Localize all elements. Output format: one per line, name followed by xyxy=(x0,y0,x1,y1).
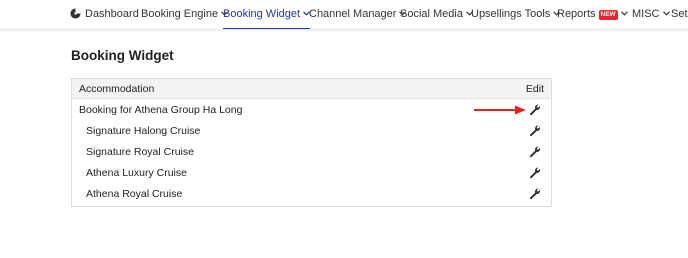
chevron-down-icon xyxy=(662,11,670,16)
table-row: Athena Royal Cruise xyxy=(72,184,551,205)
nav-misc-label: MISC xyxy=(632,8,660,20)
nav-channel-manager[interactable]: Channel Manager xyxy=(309,0,407,29)
nav-upsellings-tools[interactable]: Upsellings Tools xyxy=(471,0,561,29)
top-navigation: Dashboard Booking Engine Booking Widget … xyxy=(0,0,688,30)
page-title: Booking Widget xyxy=(71,48,174,63)
nav-upsellings-tools-label: Upsellings Tools xyxy=(471,8,551,20)
accommodation-name: Booking for Athena Group Ha Long xyxy=(79,104,243,116)
table-row: Signature Royal Cruise xyxy=(72,142,551,163)
table-header: Accommodation Edit xyxy=(72,79,551,99)
wrench-icon[interactable] xyxy=(529,146,541,158)
table-row: Signature Halong Cruise xyxy=(72,121,551,142)
nav-booking-widget[interactable]: Booking Widget xyxy=(223,0,311,29)
nav-reports-label: Reports xyxy=(557,8,596,20)
nav-dashboard-label: Dashboard xyxy=(85,8,139,20)
accommodation-name: Signature Royal Cruise xyxy=(86,146,194,158)
new-badge: NEW xyxy=(598,10,618,20)
nav-misc[interactable]: MISC xyxy=(632,0,670,29)
nav-settings[interactable]: Setu xyxy=(671,0,688,29)
accommodation-name: Athena Luxury Cruise xyxy=(86,167,187,179)
accommodation-table: Accommodation Edit Booking for Athena Gr… xyxy=(71,78,552,207)
column-header-accommodation: Accommodation xyxy=(79,83,155,95)
nav-social-media[interactable]: Social Media xyxy=(400,0,473,29)
nav-booking-engine-label: Booking Engine xyxy=(141,8,219,20)
nav-social-media-label: Social Media xyxy=(400,8,463,20)
nav-settings-label: Setu xyxy=(671,8,688,20)
column-header-edit: Edit xyxy=(525,83,544,95)
wrench-icon[interactable] xyxy=(529,125,541,137)
wrench-icon[interactable] xyxy=(529,188,541,200)
wrench-icon[interactable] xyxy=(529,167,541,179)
table-row: Athena Luxury Cruise xyxy=(72,163,551,184)
red-arrow-icon xyxy=(474,105,526,115)
nav-reports[interactable]: Reports NEW xyxy=(557,0,628,29)
chevron-down-icon xyxy=(620,11,628,16)
wrench-icon[interactable] xyxy=(529,104,541,116)
nav-booking-engine[interactable]: Booking Engine xyxy=(141,0,228,29)
dashboard-icon xyxy=(70,8,81,19)
nav-dashboard[interactable]: Dashboard xyxy=(70,0,139,29)
accommodation-name: Signature Halong Cruise xyxy=(86,125,201,137)
accommodation-name: Athena Royal Cruise xyxy=(86,188,183,200)
nav-booking-widget-label: Booking Widget xyxy=(223,8,301,20)
nav-channel-manager-label: Channel Manager xyxy=(309,8,397,20)
